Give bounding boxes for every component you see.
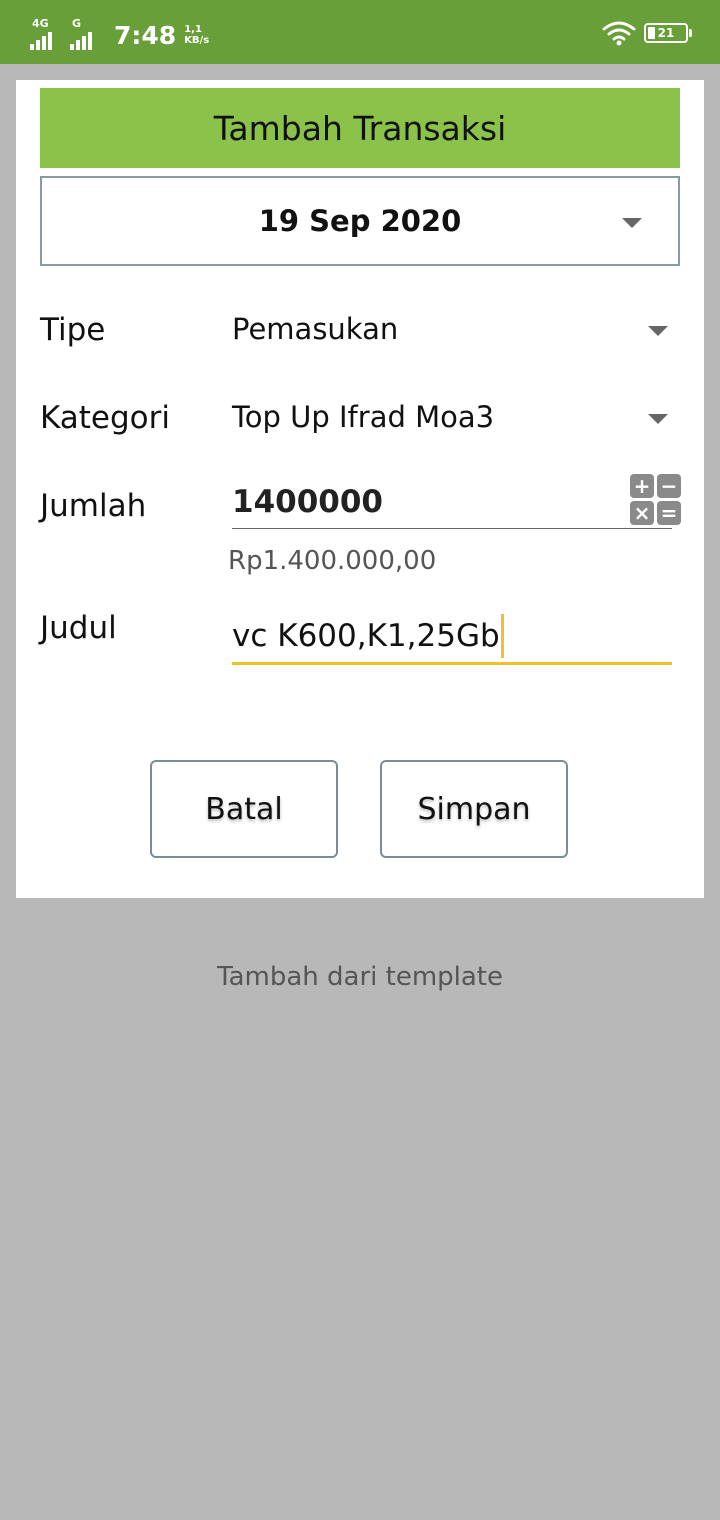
chevron-down-icon [648,414,668,424]
type-value: Pemasukan [232,312,399,346]
status-right: 21 [602,20,692,46]
add-from-template-link[interactable]: Tambah dari template [0,962,720,992]
title-input[interactable]: vc K600,K1,25Gb [232,610,672,665]
wifi-icon [602,21,636,46]
signal-bars-icon [30,32,52,50]
title-label: Judul [40,610,117,646]
add-transaction-dialog: Tambah Transaksi 19 Sep 2020 Tipe Pemasu… [16,80,704,898]
signal-bars-icon-2 [70,32,92,50]
plus-icon: + [630,474,654,498]
status-left: 4G G 7:48 1,1 KB/s [30,14,209,50]
signal-4g: 4G [30,17,62,50]
save-button[interactable]: Simpan [380,760,568,858]
network-type-label: 4G [32,17,49,30]
equals-icon: = [657,501,681,525]
chevron-down-icon [648,326,668,336]
text-cursor [500,614,504,658]
minus-icon: − [657,474,681,498]
date-picker[interactable]: 19 Sep 2020 [40,176,680,266]
clock: 7:48 [114,21,177,50]
category-label: Kategori [40,400,171,436]
battery-icon: 21 [644,23,692,43]
network-speed-value: 1,1 [184,24,202,35]
cancel-button[interactable]: Batal [150,760,338,858]
battery-fill [648,27,656,39]
category-dropdown[interactable]: Top Up Ifrad Moa3 [232,394,672,446]
calculator-button[interactable]: + − × = [630,474,686,528]
type-label: Tipe [40,312,106,348]
date-value: 19 Sep 2020 [258,204,462,238]
network-speed-unit: KB/s [184,35,210,46]
category-value: Top Up Ifrad Moa3 [232,400,495,434]
multiply-icon: × [630,501,654,525]
amount-input[interactable]: 1400000 [232,480,672,529]
battery-level: 21 [657,26,675,40]
network-type-label-2: G [72,17,82,30]
amount-formatted: Rp1.400.000,00 [228,546,437,576]
title-input-value: vc K600,K1,25Gb [232,618,500,654]
amount-label: Jumlah [40,488,147,524]
dialog-title: Tambah Transaksi [40,88,680,168]
chevron-down-icon [622,218,642,228]
type-dropdown[interactable]: Pemasukan [232,306,672,358]
signal-g: G [70,17,102,50]
status-bar: 4G G 7:48 1,1 KB/s 21 [0,0,720,64]
network-speed: 1,1 KB/s [184,24,209,46]
